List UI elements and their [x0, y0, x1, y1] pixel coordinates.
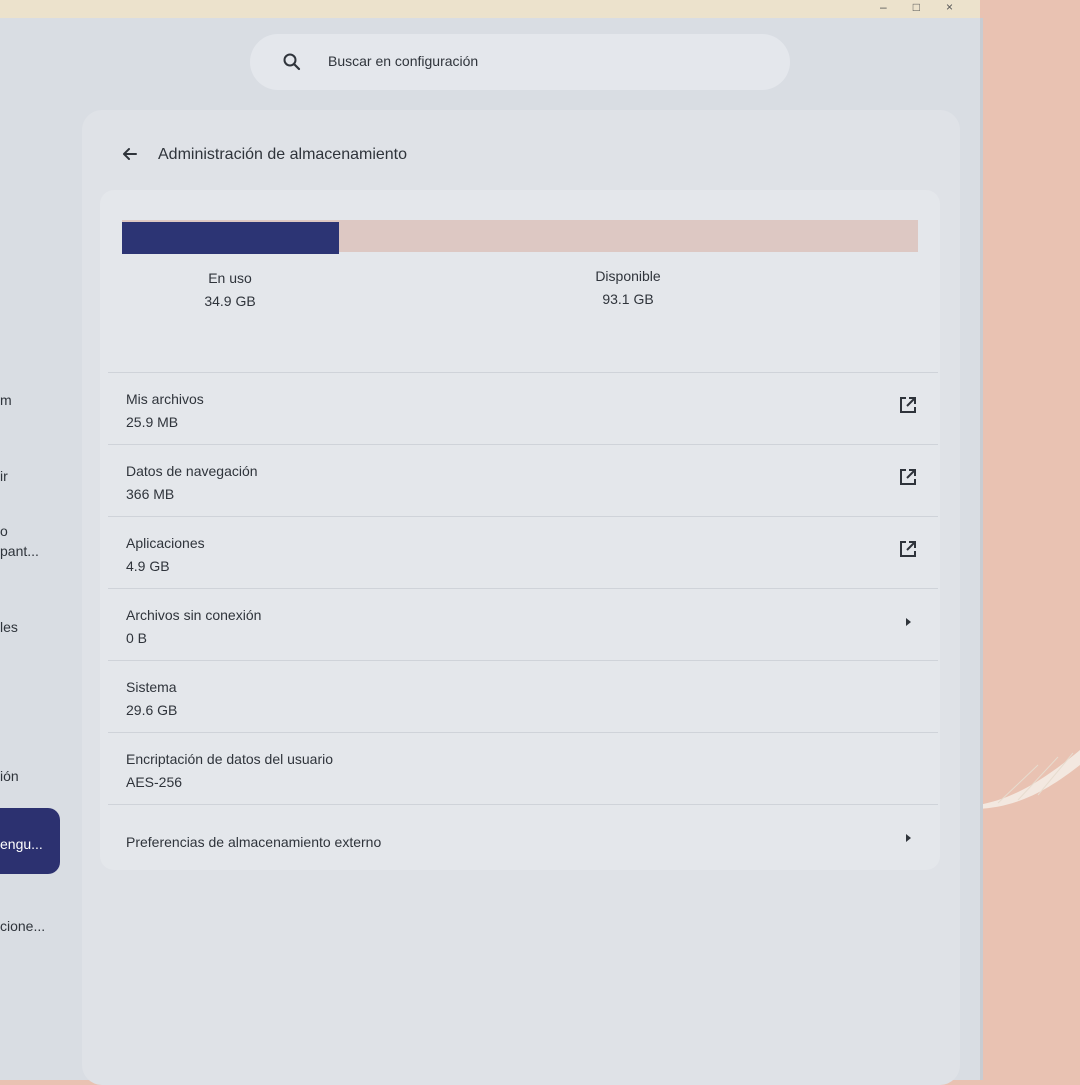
- storage-row-system: Sistema 29.6 GB: [108, 660, 938, 733]
- external-link-icon[interactable]: [898, 539, 918, 559]
- sidebar-item-active[interactable]: engu...: [0, 808, 60, 874]
- sidebar-active-label-line2: engu...: [0, 836, 43, 852]
- row-subtitle: AES-256: [126, 774, 183, 790]
- page-title: Administración de almacenamiento: [158, 146, 408, 163]
- sidebar-item-label[interactable]: o: [0, 523, 8, 539]
- sidebar-item-label[interactable]: pant...: [0, 543, 39, 559]
- storage-management-panel: Administración de almacenamiento En uso …: [82, 110, 960, 1085]
- storage-usage-bar-used: [122, 222, 340, 254]
- row-subtitle: 25.9 MB: [126, 414, 179, 430]
- row-title: Archivos sin conexión: [126, 607, 262, 623]
- maximize-icon[interactable]: □: [913, 0, 920, 14]
- storage-row-browsing-data[interactable]: Datos de navegación 366 MB: [108, 444, 938, 517]
- window-controls: – □ ×: [880, 0, 980, 14]
- settings-window: Buscar en configuración m ir o pant... l…: [0, 18, 983, 1085]
- storage-row-user-data-encryption: Encriptación de datos del usuario AES-25…: [108, 732, 938, 805]
- settings-search-bar[interactable]: Buscar en configuración: [250, 34, 790, 90]
- wallpaper-feather-decoration: [978, 750, 1080, 809]
- row-title: Encriptación de datos del usuario: [126, 751, 334, 767]
- row-title: Preferencias de almacenamiento externo: [126, 834, 382, 850]
- sidebar-item-label[interactable]: les: [0, 619, 18, 635]
- external-link-icon[interactable]: [898, 395, 918, 415]
- storage-row-my-files[interactable]: Mis archivos 25.9 MB: [108, 372, 938, 445]
- sidebar-item-label[interactable]: ión: [0, 768, 19, 784]
- row-subtitle: 4.9 GB: [126, 558, 170, 574]
- in-use-label: En uso: [208, 270, 252, 286]
- search-icon: [283, 53, 301, 71]
- storage-row-external-storage-preferences[interactable]: Preferencias de almacenamiento externo: [108, 804, 938, 877]
- row-subtitle: 0 B: [126, 630, 148, 646]
- row-title: Datos de navegación: [126, 463, 258, 479]
- row-title: Sistema: [126, 679, 177, 695]
- row-title: Aplicaciones: [126, 535, 205, 551]
- external-link-icon[interactable]: [898, 467, 918, 487]
- chevron-right-icon: [906, 834, 911, 842]
- storage-row-apps[interactable]: Aplicaciones 4.9 GB: [108, 516, 938, 589]
- row-subtitle: 366 MB: [126, 486, 175, 502]
- sidebar-item-label[interactable]: cione...: [0, 918, 45, 934]
- row-subtitle: 29.6 GB: [126, 702, 178, 718]
- available-label: Disponible: [595, 268, 661, 284]
- search-placeholder: Buscar en configuración: [328, 53, 479, 69]
- sidebar-item-label[interactable]: ir: [0, 468, 8, 484]
- back-arrow-icon[interactable]: [120, 144, 140, 164]
- minimize-icon[interactable]: –: [880, 0, 887, 14]
- storage-card: En uso 34.9 GB Disponible 93.1 GB Mis ar…: [100, 190, 940, 870]
- in-use-value: 34.9 GB: [204, 293, 256, 309]
- row-title: Mis archivos: [126, 391, 204, 407]
- storage-row-offline-files[interactable]: Archivos sin conexión 0 B: [108, 588, 938, 661]
- chevron-right-icon: [906, 618, 911, 626]
- sidebar-item-label[interactable]: m: [0, 392, 12, 408]
- storage-usage-bar: [122, 220, 918, 254]
- available-value: 93.1 GB: [602, 291, 654, 307]
- close-icon[interactable]: ×: [946, 0, 953, 14]
